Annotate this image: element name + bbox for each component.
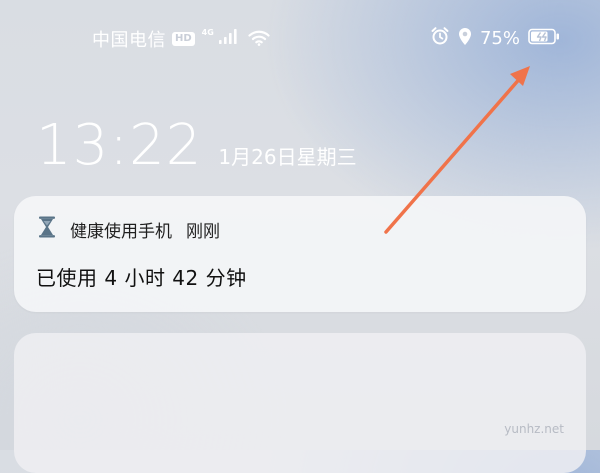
watermark: yunhz.net bbox=[504, 422, 564, 436]
lock-clock: 13:22 1月26日星期三 bbox=[36, 116, 357, 176]
wifi-icon bbox=[248, 29, 270, 50]
clock-date: 1月26日星期三 bbox=[218, 145, 357, 169]
battery-percent: 75% bbox=[479, 27, 520, 49]
clock-time: 13:22 bbox=[36, 113, 203, 178]
location-icon bbox=[458, 27, 472, 50]
notification-card-secondary[interactable] bbox=[14, 333, 586, 473]
carrier-group: 中国电信 HD 4G bbox=[92, 26, 270, 52]
notification-time: 刚刚 bbox=[186, 221, 220, 242]
notification-header: 健康使用手机 刚刚 bbox=[38, 216, 220, 242]
notification-card[interactable]: 健康使用手机 刚刚 已使用 4 小时 42 分钟 bbox=[14, 196, 586, 312]
status-right-group: 75% bbox=[430, 26, 560, 50]
hd-icon: HD bbox=[172, 32, 195, 46]
carrier-name: 中国电信 bbox=[92, 30, 166, 51]
notification-body: 已使用 4 小时 42 分钟 bbox=[36, 266, 247, 290]
status-bar: 中国电信 HD 4G 75% bbox=[0, 22, 600, 58]
signal-icon bbox=[218, 29, 238, 49]
notification-app-name: 健康使用手机 bbox=[70, 221, 172, 242]
hourglass-icon bbox=[38, 216, 56, 242]
battery-charging-icon bbox=[528, 28, 560, 49]
alarm-icon bbox=[430, 26, 450, 50]
network-type-label: 4G bbox=[201, 27, 214, 37]
